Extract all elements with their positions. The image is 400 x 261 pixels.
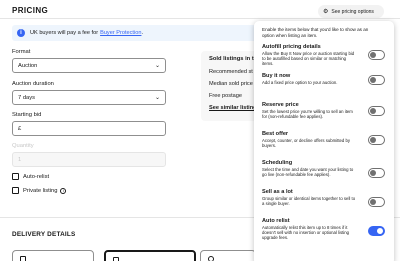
sliders-icon: ⚙ bbox=[323, 9, 329, 15]
toggle-knob bbox=[370, 137, 376, 144]
sell-as-lot-toggle[interactable] bbox=[368, 197, 385, 208]
delivery-option-card[interactable] bbox=[12, 250, 94, 261]
pricing-option-best-offer: Best offer Accept, counter, or decline o… bbox=[262, 131, 387, 160]
buyer-protection-link[interactable]: Buyer Protection bbox=[100, 30, 141, 36]
quantity-input: 1 bbox=[12, 152, 166, 167]
box-icon bbox=[113, 257, 119, 261]
pricing-option-reserve-price: Reserve price Set the lowest price you'r… bbox=[262, 102, 387, 131]
delivery-option-card[interactable] bbox=[200, 250, 256, 261]
scheduling-toggle[interactable] bbox=[368, 168, 385, 179]
starting-bid-label: Starting bid bbox=[12, 112, 42, 118]
private-listing-row[interactable]: Private listing i bbox=[12, 187, 67, 194]
toggle-knob bbox=[370, 52, 376, 59]
quantity-label: Quantity bbox=[12, 143, 34, 149]
pin-icon bbox=[208, 256, 214, 261]
see-pricing-options-button[interactable]: ⚙ See pricing options bbox=[318, 5, 384, 18]
notice-text: UK buyers will pay a fee for bbox=[30, 30, 99, 36]
starting-bid-input[interactable]: £ bbox=[12, 121, 166, 136]
auction-duration-label: Auction duration bbox=[12, 81, 54, 87]
pricing-option-autofill: Autofill pricing details Allow the Buy I… bbox=[262, 44, 387, 73]
help-icon[interactable]: i bbox=[60, 187, 67, 194]
option-desc: Allow the Buy It Now price or auction st… bbox=[262, 51, 355, 67]
section-title: PRICING bbox=[12, 6, 49, 15]
pricing-option-scheduling: Scheduling Select the time and date you … bbox=[262, 160, 387, 189]
toggle-knob bbox=[370, 170, 376, 177]
box-icon bbox=[20, 256, 26, 261]
format-select[interactable]: Auction ⌄ bbox=[12, 58, 166, 73]
starting-bid-value: £ bbox=[18, 125, 22, 132]
reserve-price-toggle[interactable] bbox=[368, 106, 385, 117]
option-name: Autofill pricing details bbox=[262, 44, 321, 51]
auction-duration-value: 7 days bbox=[18, 94, 36, 101]
auto-relist-toggle[interactable] bbox=[368, 226, 385, 237]
pricing-options-label: See pricing options bbox=[331, 8, 374, 15]
notice-suffix: . bbox=[141, 30, 144, 36]
toggle-knob bbox=[370, 199, 376, 206]
pricing-option-buy-it-now: Buy it now Add a fixed price option to y… bbox=[262, 73, 387, 102]
chevron-down-icon: ⌄ bbox=[154, 95, 160, 101]
delivery-details-title: DELIVERY DETAILS bbox=[12, 231, 76, 238]
private-listing-label: Private listing bbox=[23, 187, 58, 194]
auto-relist-row[interactable]: Auto-relist bbox=[12, 173, 49, 180]
chevron-down-icon: ⌄ bbox=[154, 63, 160, 69]
option-desc: Set the lowest price you're willing to s… bbox=[262, 109, 353, 120]
toggle-knob bbox=[377, 228, 383, 235]
option-desc: Select the time and date you want your l… bbox=[262, 167, 354, 178]
buy-it-now-toggle[interactable] bbox=[368, 75, 385, 86]
format-label: Format bbox=[12, 49, 31, 55]
divider bbox=[0, 18, 400, 19]
pricing-option-sell-as-lot: Sell as a lot Group similar or identical… bbox=[262, 189, 387, 218]
private-listing-checkbox[interactable] bbox=[12, 187, 19, 194]
delivery-option-card[interactable] bbox=[104, 250, 196, 261]
option-name: Sell as a lot bbox=[262, 189, 293, 196]
toggle-knob bbox=[370, 108, 376, 115]
quantity-value: 1 bbox=[18, 156, 22, 163]
option-name: Scheduling bbox=[262, 160, 293, 167]
auto-relist-checkbox[interactable] bbox=[12, 173, 19, 180]
option-desc: Automatically relist this item up to 8 t… bbox=[262, 225, 350, 241]
toggle-knob bbox=[370, 77, 376, 84]
info-icon: i bbox=[17, 29, 25, 37]
autofill-toggle[interactable] bbox=[368, 50, 385, 61]
option-name: Auto relist bbox=[262, 218, 290, 225]
option-desc: Accept, counter, or decline offers submi… bbox=[262, 138, 351, 149]
buyer-protection-notice: i UK buyers will pay a fee for Buyer Pro… bbox=[12, 25, 288, 41]
option-desc: Group similar or identical items togethe… bbox=[262, 196, 356, 207]
format-value: Auction bbox=[18, 62, 38, 69]
auto-relist-label: Auto-relist bbox=[23, 173, 50, 180]
option-desc: Add a fixed price option to your auction… bbox=[262, 80, 338, 86]
best-offer-toggle[interactable] bbox=[368, 135, 385, 146]
pricing-options-panel: Enable the items below that you'd like t… bbox=[254, 21, 394, 261]
pricing-options-intro: Enable the items below that you'd like t… bbox=[262, 27, 369, 38]
pricing-option-auto-relist: Auto relist Automatically relist this it… bbox=[262, 218, 387, 247]
auction-duration-select[interactable]: 7 days ⌄ bbox=[12, 90, 166, 105]
